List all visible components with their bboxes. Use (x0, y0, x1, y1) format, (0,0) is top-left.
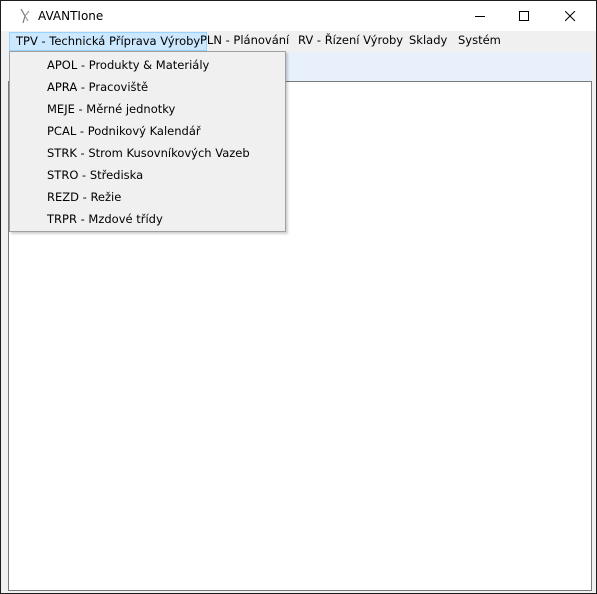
menu-item-stro[interactable]: STRO - Střediska (12, 164, 283, 186)
menu-pln[interactable]: PLN - Plánování (194, 32, 295, 51)
menu-item-label: STRK - Strom Kusovníkových Vazeb (47, 146, 250, 160)
app-logo-icon (20, 8, 30, 24)
menu-item-label: MEJE - Měrné jednotky (47, 102, 176, 116)
menu-item-pcal[interactable]: PCAL - Podnikový Kalendář (12, 120, 283, 142)
menu-sklady[interactable]: Sklady (403, 32, 453, 51)
maximize-button[interactable] (501, 1, 547, 31)
menu-item-label: PCAL - Podnikový Kalendář (47, 124, 201, 138)
menu-item-label: TRPR - Mzdové třídy (47, 212, 163, 226)
title-bar[interactable]: AVANTIone (1, 1, 596, 31)
minimize-button[interactable] (457, 1, 503, 31)
menu-item-apra[interactable]: APRA - Pracoviště (12, 76, 283, 98)
tpv-dropdown-menu: APOL - Produkty & Materiály APRA - Praco… (9, 51, 286, 232)
menu-tpv[interactable]: TPV - Technická Příprava Výroby (9, 32, 208, 51)
minimize-icon (474, 15, 485, 17)
menu-rv[interactable]: RV - Řízení Výroby (292, 32, 409, 51)
close-icon (564, 10, 575, 21)
menu-item-rezd[interactable]: REZD - Režie (12, 186, 283, 208)
menu-item-label: APOL - Produkty & Materiály (47, 58, 210, 72)
menu-item-label: STRO - Střediska (47, 168, 144, 182)
menu-item-apol[interactable]: APOL - Produkty & Materiály (12, 54, 283, 76)
close-button[interactable] (547, 1, 593, 31)
menu-item-trpr[interactable]: TRPR - Mzdové třídy (12, 208, 283, 230)
menu-item-label: APRA - Pracoviště (47, 80, 149, 94)
window-title: AVANTIone (38, 9, 104, 23)
menu-bar: TPV - Technická Příprava Výroby PLN - Pl… (1, 31, 596, 52)
maximize-icon (518, 10, 529, 21)
menu-item-strk[interactable]: STRK - Strom Kusovníkových Vazeb (12, 142, 283, 164)
menu-item-label: REZD - Režie (47, 190, 122, 204)
menu-system[interactable]: Systém (452, 32, 507, 51)
menu-item-meje[interactable]: MEJE - Měrné jednotky (12, 98, 283, 120)
app-window: AVANTIone TPV - Technická Příprava Výrob… (0, 0, 597, 594)
